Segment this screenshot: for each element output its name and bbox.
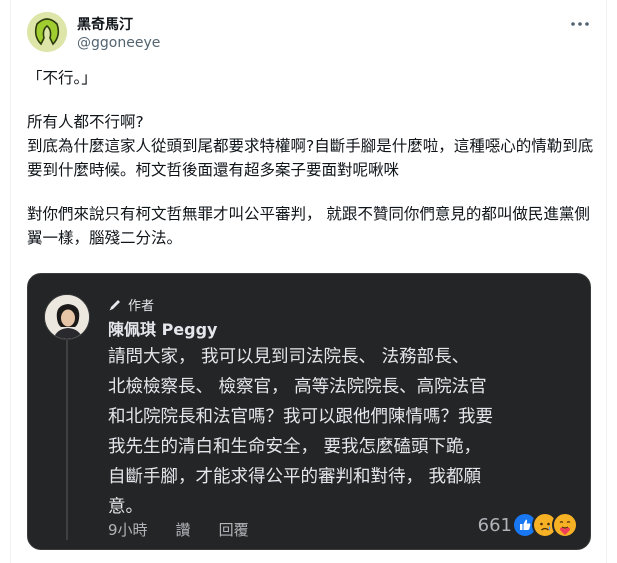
- thread-line: [66, 340, 68, 540]
- commenter-name: 陳佩琪 Peggy: [108, 320, 218, 339]
- reactions-summary: 661: [478, 512, 578, 538]
- author-badge-label: 作者: [128, 299, 155, 314]
- pen-icon: [109, 299, 120, 310]
- embedded-comment-screenshot[interactable]: 作者 陳佩琪 Peggy 請問大家， 我可以見到司法院長、 法務部長、 北檢檢察…: [27, 273, 591, 550]
- commenter-avatar: [44, 294, 90, 340]
- more-dots-icon: [571, 22, 589, 26]
- more-options-button[interactable]: [568, 12, 592, 36]
- reaction-count: 661: [477, 514, 512, 536]
- tweet-paragraph: 對你們來說只有柯文哲無罪才叫公平審判， 就跟不贊同你們意見的都叫做民進黨側翼一樣…: [27, 205, 590, 247]
- neck-pillow-avatar: [27, 12, 67, 52]
- tweet-text: 「不行。」 所有人都不行啊? 到底為什麼這家人從頭到尾都要求特權啊?自斷手腳是什…: [27, 66, 597, 250]
- comment-meta: 9小時 讚 回覆: [108, 519, 249, 540]
- tweet-card: 黑奇馬汀 @ggoneeye 「不行。」 所有人都不行啊? 到底為什麼這家人從頭…: [10, 0, 607, 563]
- like-link: 讚: [175, 521, 191, 539]
- tweet-paragraph: 「不行。」: [27, 69, 97, 87]
- comment-text: 請問大家， 我可以見到司法院長、 法務部長、 北檢檢察長、 檢察官， 高等法院院…: [108, 347, 493, 517]
- care-icon: [552, 512, 578, 538]
- author-display-name[interactable]: 黑奇馬汀: [77, 14, 133, 34]
- comment-time: 9小時: [108, 521, 148, 539]
- tweet-paragraph: 所有人都不行啊? 到底為什麼這家人從頭到尾都要求特權啊?自斷手腳是什麼啦，這種噁…: [27, 113, 594, 179]
- author-avatar[interactable]: [27, 12, 67, 52]
- reply-link: 回覆: [218, 521, 249, 539]
- author-handle[interactable]: @ggoneeye: [77, 35, 160, 51]
- author-badge: 作者: [108, 295, 154, 314]
- person-avatar-icon: [45, 295, 89, 339]
